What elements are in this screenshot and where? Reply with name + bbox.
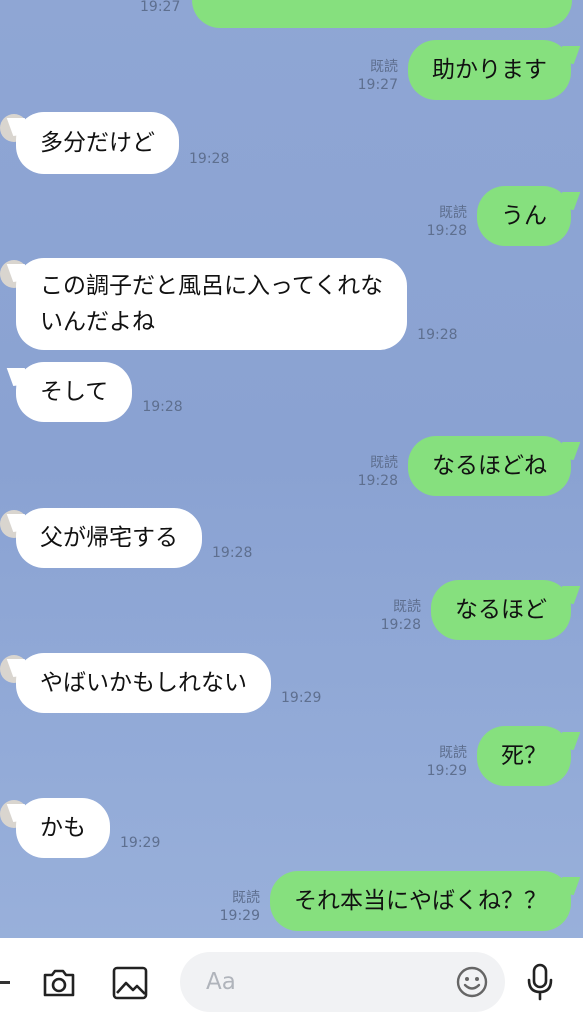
- read-receipt: 既読: [370, 59, 398, 75]
- message-bubble[interactable]: 父が帰宅する: [16, 508, 202, 568]
- message-bubble[interactable]: [192, 0, 573, 28]
- read-receipt: 既読: [393, 599, 421, 615]
- message-outgoing: 既読 19:28 うん: [427, 186, 571, 246]
- message-bubble[interactable]: 多分だけど: [16, 112, 179, 174]
- message-outgoing: 既読 19:27 助かります: [358, 40, 571, 100]
- message-time: 19:28: [357, 473, 398, 489]
- message-bubble[interactable]: そして: [16, 362, 133, 422]
- message-bubble[interactable]: この調子だと風呂に入ってくれな いんだよね: [16, 258, 408, 350]
- message-time: 19:29: [426, 763, 467, 779]
- message-bubble[interactable]: 助かります: [408, 40, 571, 100]
- message-bubble[interactable]: それ本当にやばくね？？: [270, 871, 571, 931]
- message-bubble[interactable]: かも: [16, 798, 110, 858]
- message-time: 19:27: [357, 77, 398, 93]
- microphone-icon[interactable]: [522, 960, 558, 1004]
- message-line: いんだよね: [40, 309, 155, 335]
- message-time: 19:28: [417, 327, 458, 343]
- message-time: 19:28: [142, 399, 183, 415]
- message-incoming: やばいかもしれない 19:29: [0, 653, 322, 713]
- message-outgoing: 既読 19:29 死？: [427, 726, 571, 786]
- more-icon[interactable]: [0, 972, 12, 992]
- read-receipt: 既読: [370, 455, 398, 471]
- message-incoming: かも 19:29: [0, 798, 161, 858]
- message-time: 19:28: [189, 151, 230, 167]
- message-incoming: この調子だと風呂に入ってくれな いんだよね 19:28: [0, 258, 458, 350]
- message-time: 19:29: [219, 908, 260, 924]
- message-outgoing: 19:27: [140, 0, 573, 28]
- message-time: 19:29: [281, 690, 322, 706]
- message-bubble[interactable]: 死？: [477, 726, 571, 786]
- camera-icon[interactable]: [40, 964, 78, 1002]
- message-bubble[interactable]: なるほどね: [408, 436, 571, 496]
- read-receipt: 既読: [439, 205, 467, 221]
- message-outgoing: 既読 19:28 なるほどね: [358, 436, 571, 496]
- message-line: この調子だと風呂に入ってくれな: [40, 273, 384, 299]
- image-icon[interactable]: [110, 964, 150, 1002]
- chat-area: 19:27 既読 19:27 助かります 多分だけど 19:28 既読 19:2…: [0, 0, 583, 938]
- message-outgoing: 既読 19:28 なるほど: [381, 580, 571, 640]
- message-time: 19:29: [120, 835, 161, 851]
- message-time: 19:27: [140, 0, 181, 15]
- message-incoming: 多分だけど 19:28: [0, 112, 230, 174]
- message-time: 19:28: [380, 617, 421, 633]
- read-receipt: 既読: [439, 745, 467, 761]
- read-receipt: 既読: [232, 890, 260, 906]
- message-time: 19:28: [212, 545, 253, 561]
- message-bubble[interactable]: なるほど: [431, 580, 571, 640]
- message-outgoing: 既読 19:29 それ本当にやばくね？？: [220, 871, 571, 931]
- message-bubble[interactable]: うん: [477, 186, 571, 246]
- message-bubble[interactable]: やばいかもしれない: [16, 653, 271, 713]
- message-incoming: 父が帰宅する 19:28: [0, 508, 253, 568]
- message-time: 19:28: [426, 223, 467, 239]
- message-input-placeholder: Aa: [206, 969, 236, 995]
- message-incoming: そして 19:28: [16, 362, 183, 422]
- emoji-icon[interactable]: [454, 964, 490, 1000]
